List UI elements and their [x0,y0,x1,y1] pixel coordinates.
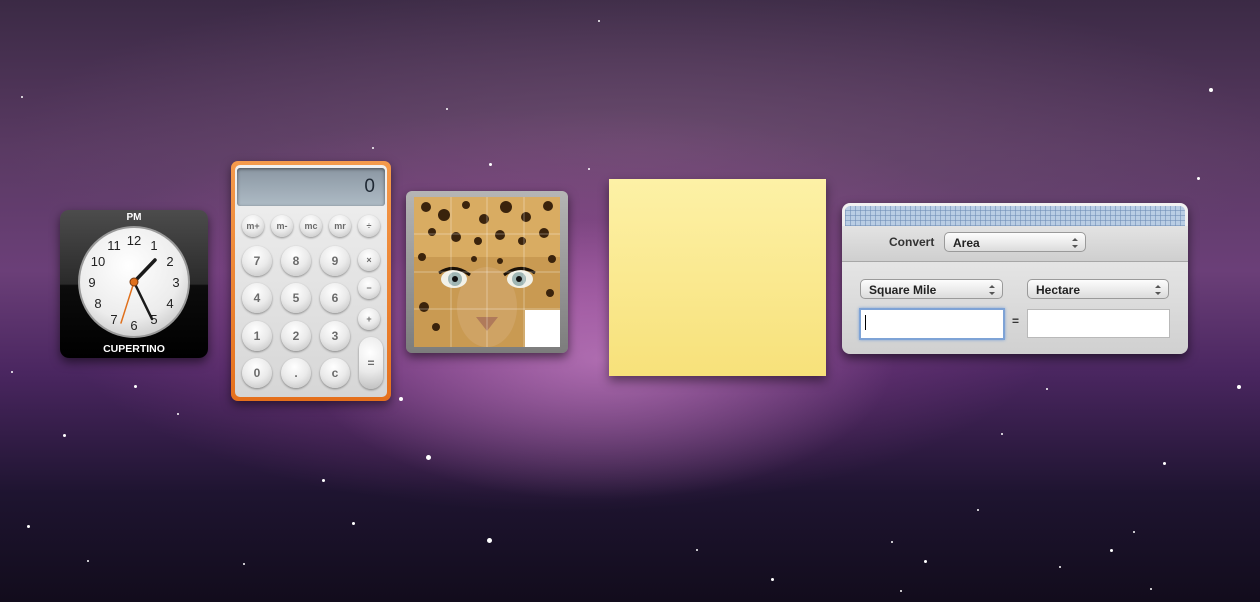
to-unit-select[interactable]: Hectare [1027,279,1169,299]
clock-numeral: 3 [172,275,179,290]
calc-4-button[interactable]: 4 [242,283,272,313]
from-unit-select[interactable]: Square Mile [860,279,1003,299]
clock-widget[interactable]: PM 12 1 2 3 4 5 6 7 8 9 10 11 CUPERTINO [60,210,208,358]
clock-numeral: 4 [166,296,173,311]
star [891,541,893,543]
clock-ampm-label: PM [126,212,142,223]
calc-7-button[interactable]: 7 [242,246,272,276]
star [771,578,774,581]
clock-numeral: 2 [166,254,173,269]
calc-mc-button[interactable]: mc [300,215,322,237]
clock-numeral: 6 [130,318,137,333]
star [1197,177,1200,180]
star [63,434,66,437]
star [1209,88,1213,92]
clock-numeral: 12 [127,233,141,248]
calc-m-plus-button[interactable]: m+ [242,215,264,237]
calc-0-button[interactable]: 0 [242,358,272,388]
star [352,522,355,525]
calc-6-button[interactable]: 6 [320,283,350,313]
clock-numeral: 8 [94,296,101,311]
category-select[interactable]: Area [944,232,1086,252]
calc-m-minus-button[interactable]: m- [271,215,293,237]
star [322,479,325,482]
star [1133,531,1135,533]
updown-arrows-icon [1072,238,1078,248]
calc-5-button[interactable]: 5 [281,283,311,313]
star [1237,385,1241,389]
star [243,563,245,565]
calc-plus-button[interactable]: + [358,308,380,330]
convert-label: Convert [889,235,935,249]
tile-game-widget[interactable] [406,191,568,353]
calc-minus-button[interactable]: − [358,277,380,299]
star [27,525,30,528]
star [1150,588,1152,590]
star [696,549,698,551]
star [399,397,403,401]
calc-decimal-button[interactable]: . [281,358,311,388]
calc-divide-button[interactable]: ÷ [358,215,380,237]
calc-8-button[interactable]: 8 [281,246,311,276]
star [372,147,374,149]
puzzle-empty-tile [525,310,560,347]
from-unit-select-value: Square Mile [869,283,937,297]
star [1110,549,1113,552]
updown-arrows-icon [1155,285,1161,295]
clock-numeral: 1 [150,238,157,253]
star [87,560,89,562]
calc-mr-button[interactable]: mr [329,215,351,237]
calc-9-button[interactable]: 9 [320,246,350,276]
clock-numeral: 7 [110,312,117,327]
from-value-input[interactable] [859,308,1005,340]
star [446,108,448,110]
text-caret [865,315,866,330]
star [1046,388,1048,390]
star [924,560,927,563]
calc-3-button[interactable]: 3 [320,321,350,351]
star [134,385,137,388]
clock-city-label: CUPERTINO [103,343,165,355]
star [426,455,431,460]
star [11,371,13,373]
calculator-body: 0 m+ m- mc mr ÷ 7 8 9 × 4 5 6 − + 1 2 3 … [235,165,387,397]
category-select-value: Area [953,236,980,250]
to-unit-select-value: Hectare [1036,283,1081,297]
leopard-puzzle-image[interactable] [414,197,560,347]
calc-multiply-button[interactable]: × [358,249,380,271]
clock-numeral: 10 [91,254,105,269]
star [1163,462,1166,465]
star [977,509,979,511]
clock-face: 12 1 2 3 4 5 6 7 8 9 10 11 [78,226,190,338]
calc-2-button[interactable]: 2 [281,321,311,351]
clock-numeral: 11 [107,238,121,253]
calc-1-button[interactable]: 1 [242,321,272,351]
calc-clear-button[interactable]: c [320,358,350,388]
calculator-display: 0 [237,168,385,206]
star [487,538,492,543]
star [1001,433,1003,435]
to-value-output[interactable] [1027,309,1170,338]
sticky-note-widget[interactable] [609,179,826,376]
star [1059,566,1061,568]
star [588,168,590,170]
star [598,20,600,22]
calculator-widget: 0 m+ m- mc mr ÷ 7 8 9 × 4 5 6 − + 1 2 3 … [231,161,391,401]
star [177,413,179,415]
star [21,96,23,98]
calc-equals-button[interactable]: = [359,337,383,389]
clock-numeral: 9 [88,275,95,290]
updown-arrows-icon [989,285,995,295]
star [900,590,902,592]
star [489,163,492,166]
converter-header-pattern [845,206,1185,226]
converter-equals-sign: = [1012,314,1020,328]
